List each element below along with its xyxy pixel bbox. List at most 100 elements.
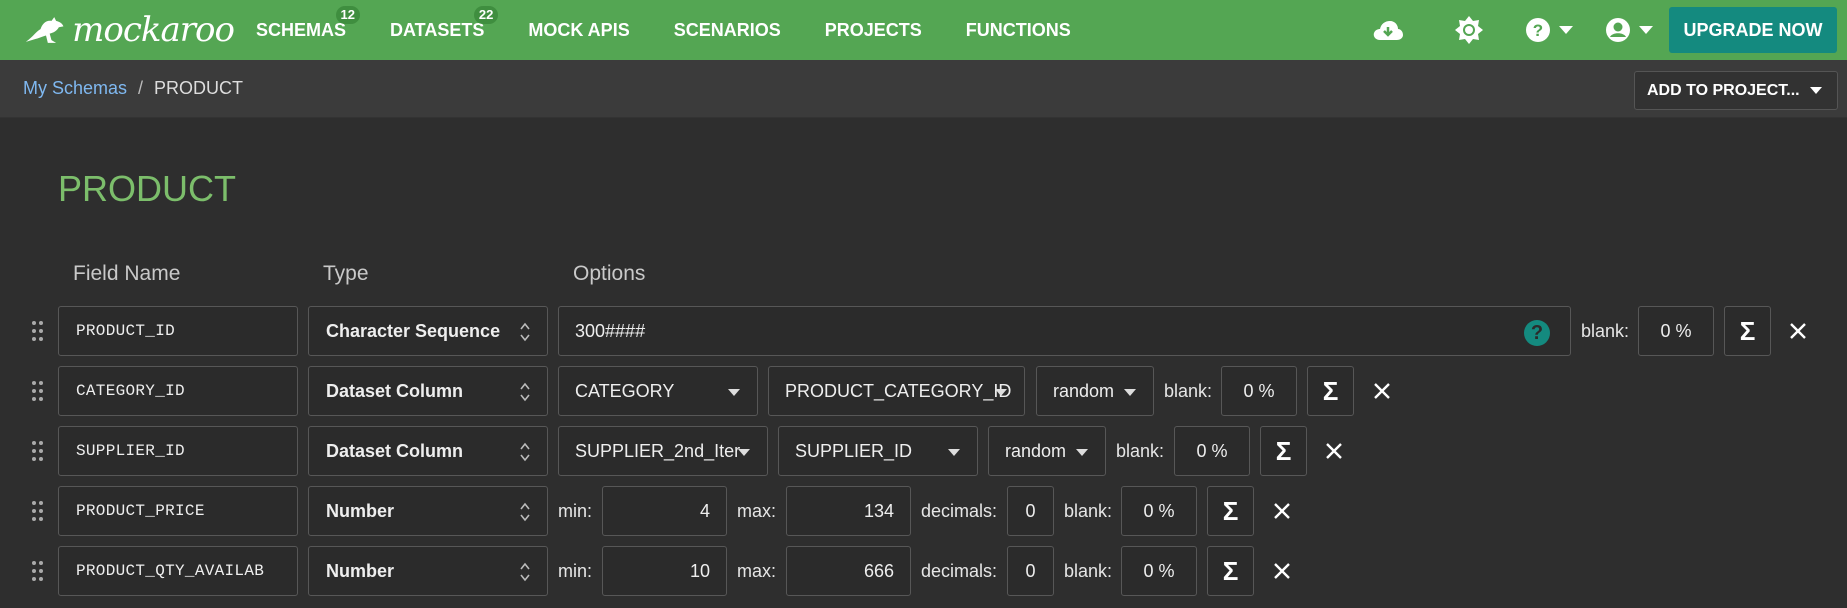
- dropdown-caret-icon: [948, 449, 960, 456]
- close-icon: [1274, 563, 1290, 579]
- blank-percent-input[interactable]: 0 %: [1638, 306, 1714, 356]
- nav-schemas[interactable]: SCHEMAS 12: [256, 0, 361, 60]
- page-title: PRODUCT: [58, 168, 236, 209]
- close-icon: [1374, 383, 1390, 399]
- field-name-input[interactable]: PRODUCT_ID: [58, 306, 298, 356]
- dropdown-caret-icon: [995, 389, 1007, 396]
- column-select[interactable]: PRODUCT_CATEGORY_ID: [768, 366, 1025, 416]
- account-menu[interactable]: [1589, 0, 1669, 60]
- blank-percent-input[interactable]: 0 %: [1121, 486, 1197, 536]
- max-input[interactable]: 666: [786, 546, 911, 596]
- sigma-formula-button[interactable]: Σ: [1207, 546, 1254, 596]
- dataset-select[interactable]: SUPPLIER_2nd_Iter: [558, 426, 768, 476]
- nav-projects[interactable]: PROJECTS: [825, 0, 922, 60]
- drag-handle-icon[interactable]: [30, 319, 46, 345]
- format-value: 300####: [575, 320, 646, 341]
- mode-select[interactable]: random: [988, 426, 1106, 476]
- sigma-formula-button[interactable]: Σ: [1207, 486, 1254, 536]
- field-type-select[interactable]: Dataset Column: [308, 426, 548, 476]
- schemas-count-badge: 12: [335, 6, 361, 24]
- sigma-formula-button[interactable]: Σ: [1724, 306, 1771, 356]
- drag-handle-icon[interactable]: [30, 499, 46, 525]
- nav-datasets[interactable]: DATASETS 22: [390, 0, 499, 60]
- field-type-select[interactable]: Number: [308, 546, 548, 596]
- field-name-input[interactable]: SUPPLIER_ID: [58, 426, 298, 476]
- blank-percent-input[interactable]: 0 %: [1174, 426, 1250, 476]
- help-icon: ?: [1526, 18, 1550, 42]
- close-icon: [1326, 443, 1342, 459]
- top-right-actions: ? UPGRADE NOW: [1346, 0, 1847, 60]
- blank-label: blank:: [1116, 441, 1165, 461]
- dataset-select[interactable]: CATEGORY: [558, 366, 758, 416]
- dropdown-caret-icon: [1076, 449, 1088, 456]
- remove-field-button[interactable]: [1785, 318, 1811, 344]
- cloud-download-icon: [1373, 21, 1403, 40]
- app-logo[interactable]: mockaroo: [24, 0, 235, 60]
- remove-field-button[interactable]: [1369, 378, 1395, 404]
- nav-schemas-label: SCHEMAS: [256, 19, 347, 40]
- up-down-arrows-icon: [520, 502, 530, 522]
- sigma-formula-button[interactable]: Σ: [1307, 366, 1354, 416]
- nav-scenarios[interactable]: SCENARIOS: [674, 0, 781, 60]
- drag-handle-icon[interactable]: [30, 559, 46, 585]
- field-row: PRODUCT_PRICE Number min: 4 max: 134 dec…: [0, 486, 1847, 538]
- blank-percent-input[interactable]: 0 %: [1121, 546, 1197, 596]
- drag-handle-icon[interactable]: [30, 379, 46, 405]
- dropdown-caret-icon: [728, 389, 740, 396]
- remove-field-button[interactable]: [1269, 558, 1295, 584]
- nav-functions-label: FUNCTIONS: [965, 19, 1071, 40]
- blank-percent-input[interactable]: 0 %: [1221, 366, 1297, 416]
- field-name-input[interactable]: CATEGORY_ID: [58, 366, 298, 416]
- column-header-field-name: Field Name: [73, 262, 181, 285]
- mode-value: random: [1053, 380, 1115, 401]
- up-down-arrows-icon: [520, 322, 530, 342]
- min-input[interactable]: 10: [602, 546, 727, 596]
- min-label: min:: [558, 561, 593, 581]
- download-button[interactable]: [1346, 0, 1429, 60]
- decimals-input[interactable]: 0: [1007, 546, 1054, 596]
- sigma-icon: Σ: [1739, 315, 1756, 346]
- field-row: PRODUCT_QTY_AVAILAB Number min: 10 max: …: [0, 546, 1847, 598]
- brightness-icon: [1455, 16, 1483, 44]
- help-icon[interactable]: ?: [1524, 320, 1550, 346]
- field-name-input[interactable]: PRODUCT_QTY_AVAILAB: [58, 546, 298, 596]
- field-type-select[interactable]: Character Sequence: [308, 306, 548, 356]
- field-name-input[interactable]: PRODUCT_PRICE: [58, 486, 298, 536]
- account-icon: [1606, 18, 1630, 42]
- field-type-label: Dataset Column: [326, 440, 464, 461]
- remove-field-button[interactable]: [1321, 438, 1347, 464]
- nav-mock-apis-label: MOCK APIS: [528, 19, 630, 40]
- nav-projects-label: PROJECTS: [824, 19, 922, 40]
- add-to-project-button[interactable]: ADD TO PROJECT...: [1634, 71, 1838, 110]
- help-menu[interactable]: ?: [1509, 0, 1589, 60]
- field-type-select[interactable]: Number: [308, 486, 548, 536]
- breadcrumb-my-schemas[interactable]: My Schemas: [23, 78, 127, 99]
- breadcrumb-separator: /: [138, 78, 144, 98]
- max-input[interactable]: 134: [786, 486, 911, 536]
- column-select[interactable]: SUPPLIER_ID: [778, 426, 978, 476]
- remove-field-button[interactable]: [1269, 498, 1295, 524]
- blank-label: blank:: [1164, 381, 1213, 401]
- mode-select[interactable]: random: [1036, 366, 1154, 416]
- nav-functions[interactable]: FUNCTIONS: [966, 0, 1071, 60]
- upgrade-now-button[interactable]: UPGRADE NOW: [1669, 7, 1837, 53]
- breadcrumb-bar: My Schemas / PRODUCT ADD TO PROJECT...: [0, 60, 1847, 118]
- blank-label: blank:: [1581, 321, 1630, 341]
- top-nav-bar: mockaroo SCHEMAS 12 DATASETS 22 MOCK APIS …: [0, 0, 1847, 60]
- theme-toggle-button[interactable]: [1429, 0, 1509, 60]
- nav-mock-apis[interactable]: MOCK APIS: [528, 0, 629, 60]
- nav-scenarios-label: SCENARIOS: [673, 19, 781, 40]
- drag-handle-icon[interactable]: [30, 439, 46, 465]
- decimals-input[interactable]: 0: [1007, 486, 1054, 536]
- dropdown-caret-icon: [738, 449, 750, 456]
- app-name: mockaroo: [72, 10, 235, 50]
- nav-datasets-label: DATASETS: [390, 19, 485, 40]
- field-type-select[interactable]: Dataset Column: [308, 366, 548, 416]
- add-to-project-label: ADD TO PROJECT...: [1647, 81, 1800, 99]
- blank-label: blank:: [1064, 501, 1113, 521]
- format-input[interactable]: 300####?: [558, 306, 1571, 356]
- min-input[interactable]: 4: [602, 486, 727, 536]
- sigma-formula-button[interactable]: Σ: [1260, 426, 1307, 476]
- svg-text:?: ?: [1533, 21, 1543, 40]
- close-icon: [1790, 323, 1806, 339]
